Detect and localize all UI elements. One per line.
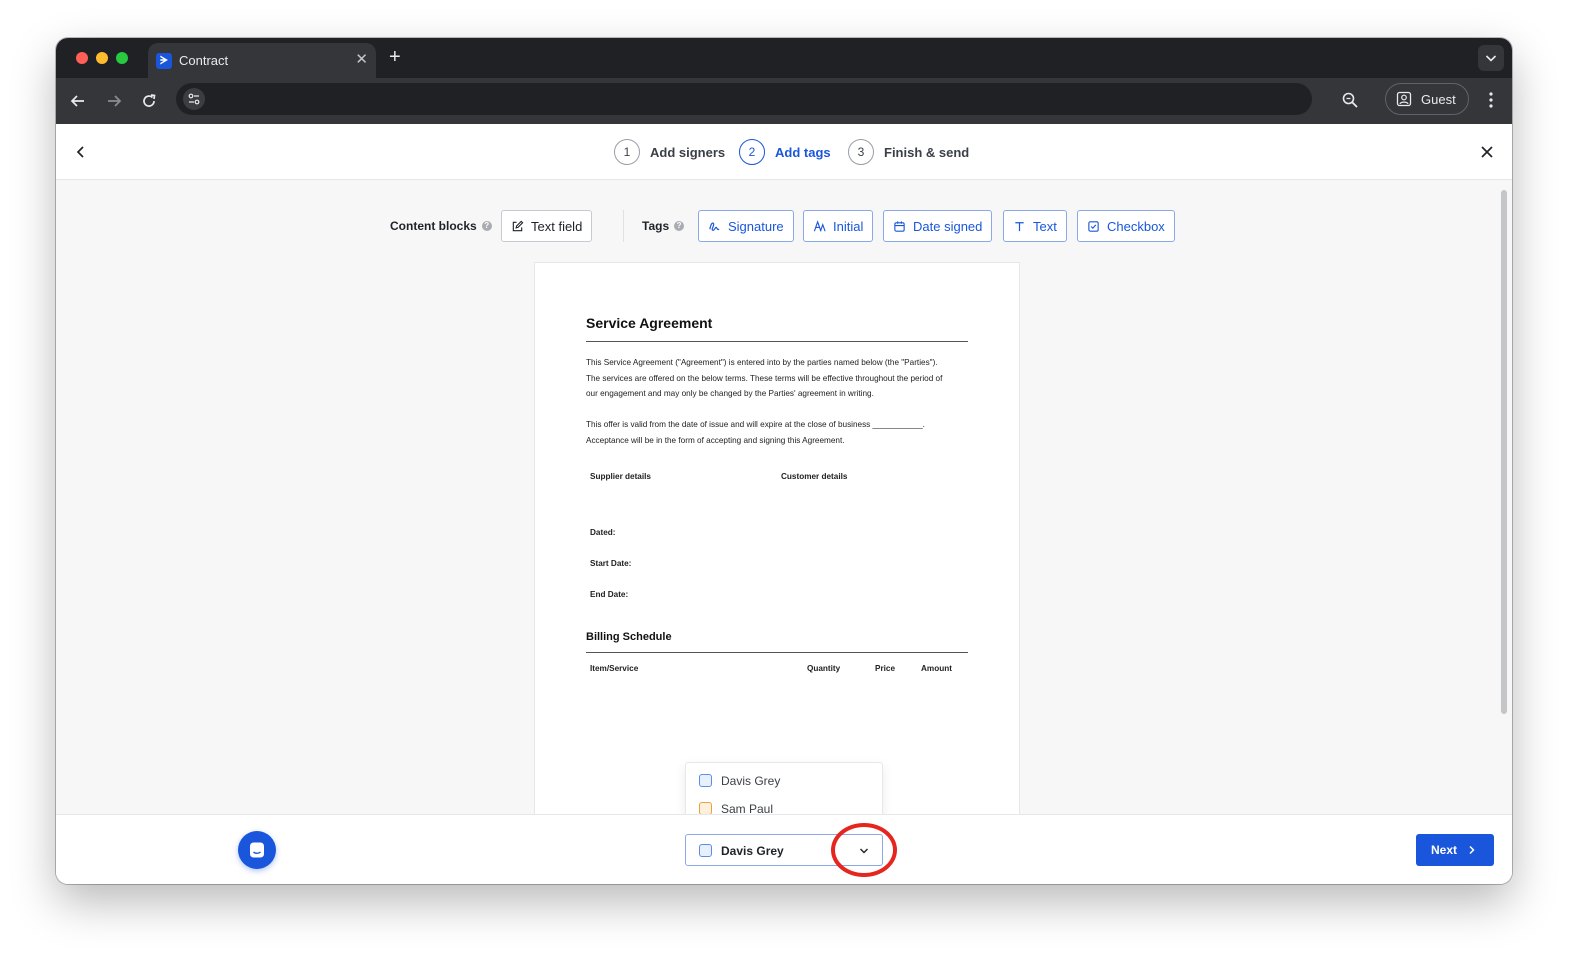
paragraph-line: Acceptance will be in the form of accept… (586, 435, 845, 445)
tags-heading: Tags ? (642, 219, 685, 233)
profile-button[interactable]: Guest (1385, 83, 1469, 115)
step-number: 1 (614, 139, 640, 165)
scrollbar-thumb[interactable] (1501, 190, 1507, 714)
tab-search-button[interactable] (1478, 45, 1504, 71)
chevron-right-icon (1469, 845, 1475, 855)
customer-details-label: Customer details (781, 472, 848, 481)
signer-color-swatch (699, 774, 712, 787)
paragraph-line: The services are offered on the below te… (586, 373, 943, 383)
document-title: Service Agreement (586, 315, 713, 331)
chat-support-button[interactable] (238, 831, 276, 869)
tags-label: Tags (642, 219, 670, 233)
text-field-label: Text field (531, 218, 583, 234)
paragraph-line: our engagement and may only be changed b… (586, 389, 874, 399)
reload-icon[interactable] (139, 91, 159, 111)
zoom-icon[interactable] (1340, 90, 1360, 110)
dated-label: Dated: (590, 528, 616, 537)
close-icon[interactable] (1478, 143, 1496, 161)
edit-icon (512, 220, 524, 231)
billing-schedule-heading: Billing Schedule (586, 631, 672, 643)
date-signed-label: Date signed (913, 218, 983, 234)
tab-close-icon[interactable]: ✕ (355, 52, 368, 68)
wizard-header: 1 Add signers 2 Add tags 3 Finish & send (56, 124, 1512, 180)
new-tab-button[interactable]: + (389, 46, 401, 68)
help-icon[interactable]: ? (674, 221, 685, 231)
initial-icon (813, 219, 826, 231)
signer-option-label: Davis Grey (721, 774, 781, 788)
date-signed-tag-button[interactable]: Date signed (883, 210, 993, 242)
checkbox-label: Checkbox (1107, 218, 1165, 234)
table-header-price: Price (875, 664, 896, 673)
table-header-quantity: Quantity (807, 664, 841, 673)
tab-title: Contract (179, 53, 229, 68)
chevron-down-icon (1485, 55, 1497, 62)
validity-paragraph: This offer is valid from the date of iss… (586, 417, 976, 448)
document-page[interactable]: Service Agreement This Service Agreement… (534, 262, 1020, 822)
profile-label: Guest (1421, 92, 1456, 107)
step-number: 2 (739, 139, 765, 165)
step-number: 3 (848, 139, 874, 165)
help-icon[interactable]: ? (481, 221, 492, 231)
text-field-button[interactable]: Text field (501, 210, 593, 242)
browser-tab[interactable]: ᗒ Contract ✕ (148, 43, 376, 78)
annotation-highlight-circle (831, 823, 897, 877)
content-blocks-label: Content blocks (390, 219, 477, 233)
browser-window: ᗒ Contract ✕ + Guest 1 Add signers 2 Add… (56, 38, 1512, 884)
minimize-window-button[interactable] (96, 52, 108, 64)
end-date-label: End Date: (590, 590, 629, 599)
toolbar-divider (623, 210, 624, 242)
step-finish-send[interactable]: 3 Finish & send (848, 139, 969, 165)
back-arrow-icon[interactable] (68, 91, 88, 111)
checkbox-tag-button[interactable]: Checkbox (1077, 210, 1175, 242)
bottom-action-bar: Davis Grey Next (56, 814, 1512, 884)
step-label: Add signers (650, 144, 726, 160)
step-add-signers[interactable]: 1 Add signers (614, 139, 725, 165)
selected-signer-label: Davis Grey (721, 844, 784, 858)
content-blocks-heading: Content blocks ? (390, 219, 492, 233)
maximize-window-button[interactable] (116, 52, 128, 64)
forward-arrow-icon[interactable] (104, 91, 124, 111)
step-add-tags[interactable]: 2 Add tags (739, 139, 831, 165)
step-label: Add tags (775, 144, 831, 160)
supplier-details-label: Supplier details (590, 472, 651, 481)
intro-paragraph: This Service Agreement ("Agreement") is … (586, 355, 976, 402)
billing-underline (586, 652, 968, 653)
step-label: Finish & send (884, 144, 970, 160)
next-button[interactable]: Next (1416, 834, 1494, 866)
table-header-amount: Amount (921, 664, 952, 673)
kebab-menu-icon[interactable] (1484, 90, 1498, 110)
app-favicon-icon: ᗒ (156, 53, 172, 69)
checkbox-icon (1088, 220, 1099, 232)
text-tag-button[interactable]: Text (1003, 210, 1067, 242)
signature-label: Signature (728, 218, 784, 234)
signer-option-davis-grey[interactable]: Davis Grey (686, 766, 882, 794)
signer-color-swatch (699, 844, 712, 857)
paragraph-line: This offer is valid from the date of iss… (586, 420, 925, 429)
table-header-item: Item/Service (590, 664, 639, 673)
next-label: Next (1431, 843, 1458, 857)
app-content: 1 Add signers 2 Add tags 3 Finish & send… (56, 124, 1512, 884)
browser-toolbar: Guest (56, 78, 1512, 124)
initial-label: Initial (833, 218, 864, 234)
text-icon (1015, 221, 1024, 231)
signature-tag-button[interactable]: Signature (698, 210, 794, 242)
initial-tag-button[interactable]: Initial (803, 210, 874, 242)
paragraph-line: This Service Agreement ("Agreement") is … (586, 358, 938, 367)
back-chevron-icon[interactable] (72, 143, 90, 161)
site-settings-icon[interactable] (183, 88, 205, 110)
text-label: Text (1033, 218, 1057, 234)
blocks-toolbar: Content blocks ? Text field Tags ? Signa… (56, 208, 1512, 244)
close-window-button[interactable] (76, 52, 88, 64)
signature-icon (709, 221, 720, 231)
calendar-icon (894, 220, 905, 232)
address-bar[interactable] (176, 83, 1312, 115)
start-date-label: Start Date: (590, 559, 632, 568)
chat-icon (250, 842, 264, 858)
tab-strip: ᗒ Contract ✕ + (56, 38, 1512, 78)
title-underline (586, 341, 968, 342)
profile-icon (1396, 91, 1412, 107)
